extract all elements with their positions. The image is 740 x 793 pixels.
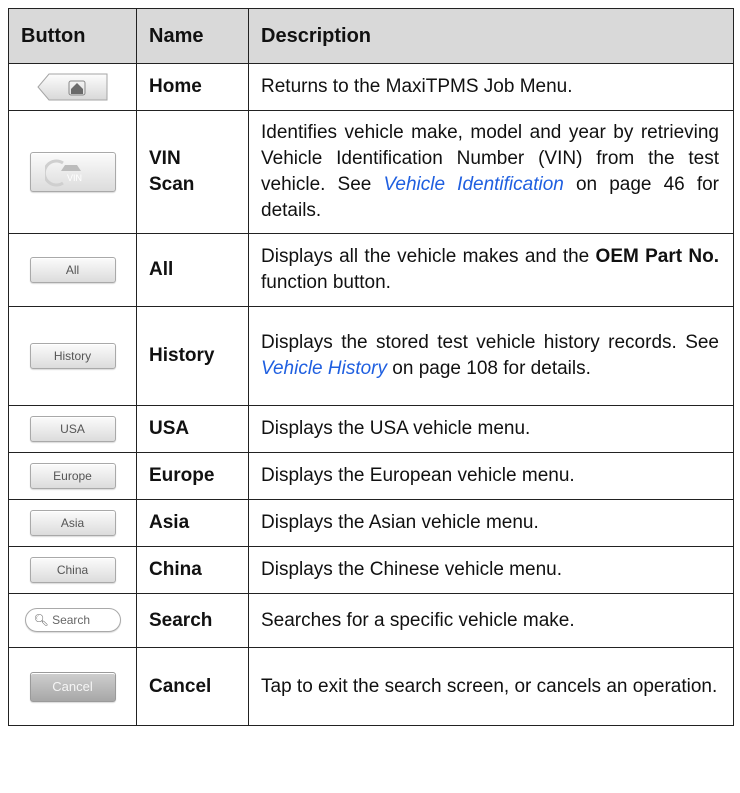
name-all: All (136, 233, 249, 307)
all-button-image: All (29, 256, 116, 283)
header-button: Button (8, 8, 137, 64)
header-name: Name (136, 8, 249, 64)
table-row-usa: USA USA Displays the USA vehicle menu. (8, 405, 734, 453)
vin-scan-button-image: VIN (29, 152, 116, 192)
desc-cancel: Tap to exit the search screen, or cancel… (248, 647, 734, 726)
table-row-history: History History Displays the stored test… (8, 306, 734, 406)
desc-usa: Displays the USA vehicle menu. (248, 405, 734, 453)
table-row-cancel: Cancel Cancel Tap to exit the search scr… (8, 647, 734, 726)
desc-all-tail: function button. (261, 272, 391, 293)
usa-button-image: USA (29, 415, 116, 442)
desc-vin-scan: Identifies vehicle make, model and year … (248, 110, 734, 234)
desc-history: Displays the stored test vehicle history… (248, 306, 734, 406)
table-header-row: Button Name Description (8, 8, 734, 64)
desc-asia: Displays the Asian vehicle menu. (248, 499, 734, 547)
vin-icon-text: VIN (67, 173, 82, 183)
name-china: China (136, 546, 249, 594)
name-home: Home (136, 63, 249, 111)
oem-part-no-text: OEM Part No. (595, 246, 719, 267)
china-button-image: China (29, 556, 116, 583)
name-usa: USA (136, 405, 249, 453)
desc-china: Displays the Chinese vehicle menu. (248, 546, 734, 594)
cancel-button-image: Cancel (29, 671, 116, 702)
desc-all-text: Displays all the vehicle makes and the (261, 246, 596, 267)
table-row-asia: Asia Asia Displays the Asian vehicle men… (8, 499, 734, 547)
home-button-image (36, 73, 109, 101)
name-vin-scan: VIN Scan (136, 110, 249, 234)
search-icon: 🔍︎ (33, 613, 49, 628)
table-row-china: China China Displays the Chinese vehicle… (8, 546, 734, 594)
table-row-search: 🔍︎ Search Search Searches for a specific… (8, 593, 734, 648)
history-button-image: History (29, 342, 116, 369)
desc-search: Searches for a specific vehicle make. (248, 593, 734, 648)
name-search: Search (136, 593, 249, 648)
name-vin-line2: Scan (149, 174, 195, 195)
desc-all: Displays all the vehicle makes and the O… (248, 233, 734, 307)
home-icon (36, 73, 107, 101)
button-reference-table: Button Name Description Home Returns to … (8, 8, 734, 726)
link-vehicle-history[interactable]: Vehicle History (261, 358, 387, 379)
table-row-vin-scan: VIN VIN Scan Identifies vehicle make, mo… (8, 110, 734, 234)
name-asia: Asia (136, 499, 249, 547)
asia-button-image: Asia (29, 509, 116, 536)
vin-scan-icon: VIN (44, 159, 82, 187)
table-row-home: Home Returns to the MaxiTPMS Job Menu. (8, 63, 734, 111)
name-history: History (136, 306, 249, 406)
desc-history-text: Displays the stored test vehicle history… (261, 332, 719, 353)
desc-history-tail: on page 108 for details. (387, 358, 591, 379)
desc-europe: Displays the European vehicle menu. (248, 452, 734, 500)
search-pill-label: Search (52, 613, 91, 628)
name-europe: Europe (136, 452, 249, 500)
europe-button-image: Europe (29, 462, 116, 489)
header-description: Description (248, 8, 734, 64)
desc-home: Returns to the MaxiTPMS Job Menu. (248, 63, 734, 111)
search-button-image: 🔍︎ Search (24, 608, 121, 633)
table-row-europe: Europe Europe Displays the European vehi… (8, 452, 734, 500)
table-row-all: All All Displays all the vehicle makes a… (8, 233, 734, 307)
name-cancel: Cancel (136, 647, 249, 726)
name-vin-line1: VIN (149, 148, 181, 169)
link-vehicle-identification[interactable]: Vehicle Identification (383, 174, 563, 195)
